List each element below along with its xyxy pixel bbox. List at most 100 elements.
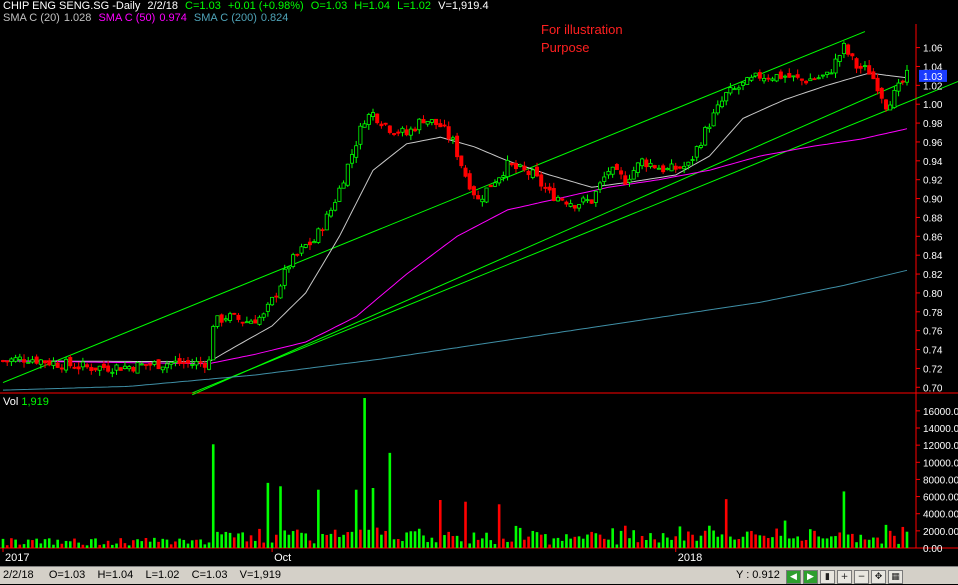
candle-body	[215, 315, 220, 327]
volume-tick-label: 6000.00	[923, 493, 958, 504]
candle-body	[450, 137, 455, 140]
volume-tick-label: 4000.00	[923, 510, 958, 521]
volume-bar	[724, 499, 728, 548]
volume-bar	[741, 536, 745, 548]
volume-bar	[182, 539, 186, 548]
chart-type-button[interactable]: ▮	[820, 570, 835, 584]
volume-bar	[766, 538, 770, 548]
ma200-value: 0.824	[260, 12, 289, 24]
candle-body	[371, 112, 376, 117]
candle-body	[564, 201, 569, 205]
volume-bar	[10, 538, 13, 548]
volume-bar	[716, 536, 720, 548]
candle-body	[492, 182, 497, 187]
volume-bar	[867, 539, 871, 548]
candle-body	[438, 123, 443, 128]
candle-body	[892, 89, 897, 108]
candle-body	[169, 362, 174, 365]
candle-body	[223, 318, 228, 321]
volume-bar	[224, 531, 228, 548]
volume-bar	[422, 535, 425, 548]
volume-bar	[565, 534, 568, 548]
candle-body	[320, 229, 325, 232]
candle-body	[47, 360, 52, 366]
volume-bar	[115, 543, 118, 548]
candle-body	[602, 176, 607, 182]
volume-bar	[787, 538, 791, 548]
candle-body	[610, 166, 615, 175]
candle-body	[434, 118, 439, 126]
candle-body	[160, 366, 165, 371]
volume-bar	[573, 536, 577, 548]
moving-averages	[2, 72, 908, 391]
volume-bar	[792, 538, 795, 548]
candle-body	[787, 73, 792, 78]
candle-body	[408, 128, 413, 136]
volume-bar	[300, 532, 303, 548]
volume-bar	[699, 535, 703, 548]
candle-body	[749, 76, 754, 81]
volume-bar	[666, 537, 669, 548]
scroll-left-button[interactable]: ◀	[786, 570, 801, 584]
volume-bar	[73, 538, 76, 548]
zoom-out-button[interactable]: −	[854, 570, 869, 584]
candle-body	[387, 125, 392, 133]
ma20-label: SMA C (20)	[3, 12, 60, 24]
candle-body	[539, 174, 544, 187]
volume-bar	[60, 543, 64, 548]
candle-body	[543, 186, 548, 189]
pan-button[interactable]: ✥	[871, 570, 886, 584]
volume-bar	[611, 528, 614, 548]
price-tick-label: 0.92	[923, 176, 943, 187]
volume-bar	[577, 536, 581, 548]
candle-body	[640, 158, 645, 167]
grid-button[interactable]: ▦	[888, 570, 903, 584]
volume-bar	[367, 529, 371, 548]
candle-body	[669, 163, 674, 172]
candle-body	[324, 213, 329, 231]
volume-bar	[47, 538, 51, 548]
volume-bar	[123, 543, 127, 548]
volume-bar	[800, 540, 804, 548]
price-tick-label: 0.78	[923, 308, 943, 319]
candle-body	[286, 266, 291, 270]
candle-body	[656, 167, 661, 170]
candle-body	[614, 164, 619, 170]
volume-bar	[216, 531, 219, 548]
zoom-in-button[interactable]: +	[837, 570, 852, 584]
candle-body	[253, 319, 258, 324]
candle-body	[282, 268, 287, 286]
candle-body	[480, 198, 485, 203]
status-bar: 2/2/18 O=1.03 H=1.04 L=1.02 C=1.03 V=1,9…	[0, 566, 958, 584]
volume-bar	[342, 534, 345, 548]
candle-body	[59, 367, 64, 370]
candle-body	[762, 77, 767, 82]
scroll-right-button[interactable]: ▶	[803, 570, 818, 584]
candle-body	[345, 163, 350, 186]
price-tick-label: 0.86	[923, 232, 943, 243]
price-tick-label: 1.06	[923, 44, 943, 55]
volume-bar	[430, 537, 434, 548]
candle-body	[732, 88, 737, 91]
candle-body	[518, 164, 523, 167]
volume-bar	[275, 534, 278, 548]
volume-bar	[493, 544, 497, 548]
trendline-upper-support	[192, 80, 908, 396]
candle-body	[677, 166, 682, 169]
candle-body	[547, 186, 552, 191]
price-tick-label: 0.80	[923, 289, 943, 300]
volume-bar	[333, 529, 337, 548]
volume-bar	[737, 539, 741, 548]
price-volume-chart[interactable]: 0.70 0.72 0.74 0.76 0.78 0.80 0.82 0.84 0.86 0.88…	[0, 0, 958, 566]
volume-bar	[893, 535, 896, 548]
candle-body	[110, 371, 115, 374]
volume-tick-label: 14000.00	[923, 424, 958, 435]
volume-bar	[317, 489, 320, 548]
volume-bar	[876, 537, 879, 548]
volume-bar	[371, 488, 375, 548]
candle-body	[568, 203, 573, 207]
candle-body	[757, 72, 762, 79]
volume-bar	[77, 542, 80, 548]
volume-bar	[560, 540, 564, 548]
volume-bar	[607, 539, 610, 548]
